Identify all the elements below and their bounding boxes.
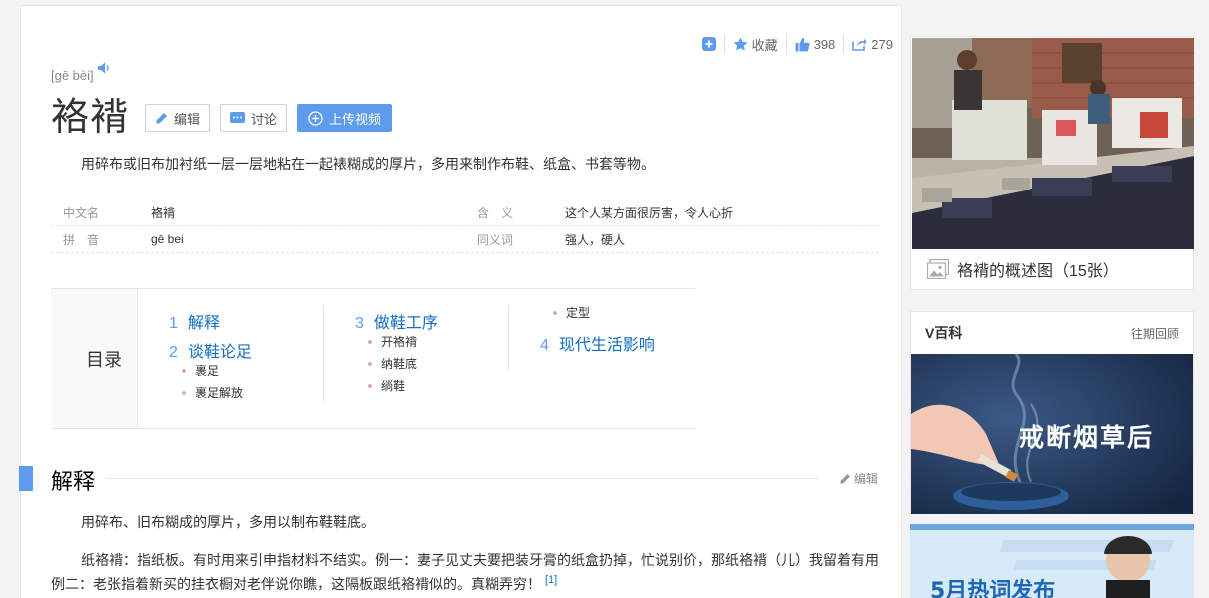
catalog-item[interactable]: 3 做鞋工序 (355, 309, 438, 333)
page-title: 袼褙 (51, 97, 130, 139)
discuss-label: 讨论 (251, 111, 278, 127)
info-row: 中文名 袼褙 含 义 这个人某方面很厉害，令人心折 (51, 199, 879, 226)
catalog-item[interactable]: 4 现代生活影响 (540, 331, 655, 355)
title-row: 袼褙 编辑 讨论 上传视频 (51, 94, 402, 142)
catalog-sub-item[interactable]: 绱鞋 (367, 377, 405, 394)
vbaike-more-link[interactable]: 往期回顾 (1131, 325, 1179, 342)
basic-info-table: 中文名 袼褙 含 义 这个人某方面很厉害，令人心折 拼 音 gē bei 同义词… (51, 199, 879, 253)
summary-photo[interactable] (912, 38, 1194, 249)
info-row: 拼 音 gē bei 同义词 强人，硬人 (51, 226, 879, 253)
summary: 用碎布或旧布加衬纸一层一层地粘在一起裱糊成的厚片，多用来制作布鞋、纸盒、书套等物… (81, 156, 655, 172)
vbaike-header: V百科 往期回顾 (911, 312, 1193, 354)
catalog-sub-item[interactable]: 裹足解放 (181, 384, 243, 401)
star-icon (733, 37, 747, 51)
section-edit-button[interactable]: 编辑 (839, 470, 878, 487)
info-name: 中文名 (63, 205, 100, 220)
info-name: 拼 音 (63, 232, 100, 247)
collect-label: 收藏 (751, 37, 778, 53)
upload-video-button[interactable]: 上传视频 (297, 104, 393, 132)
banner-text: 戒断烟草后 (1019, 423, 1154, 452)
plus-square-icon (701, 37, 716, 51)
pencil-icon (840, 473, 850, 483)
pinyin: [gē bèi] (51, 62, 112, 83)
catalog-divider (323, 305, 324, 401)
info-value: gē bei (151, 232, 184, 246)
pinyin-text: [gē bèi] (51, 68, 94, 83)
like-count: 398 (813, 36, 836, 52)
paragraph-text: 纸袼褙：指纸板。有时用来引申指材料不结实。例一：妻子见丈夫要把装牙膏的纸盒扔掉，… (51, 552, 879, 592)
catalog-num: 1 (169, 315, 178, 332)
catalog-label: 目录 (51, 289, 138, 428)
catalog-item[interactable]: 2 谈鞋论足 (169, 338, 252, 362)
share-icon (852, 38, 867, 51)
upload-video-label: 上传视频 (329, 111, 382, 127)
info-value: 袼褙 (151, 205, 176, 220)
gallery-icon (927, 259, 949, 279)
plus-circle-icon (308, 110, 323, 126)
thumbs-up-icon (795, 37, 810, 51)
paragraph: 用碎布、旧布糊成的厚片，多用以制布鞋鞋底。 (81, 514, 375, 530)
image-caption-text: 袼褙的概述图（15张） (957, 263, 1119, 280)
discuss-button[interactable]: 讨论 (220, 104, 288, 132)
section-edit-label: 编辑 (854, 472, 879, 486)
section-marker (19, 466, 33, 491)
like-button[interactable]: 398 (785, 34, 844, 54)
catalog-text: 解释 (187, 315, 220, 332)
catalog-text: 做鞋工序 (373, 315, 438, 332)
catalog-divider (508, 305, 509, 371)
vbaike-title: V百科 (925, 325, 963, 341)
speaker-icon[interactable] (97, 62, 112, 74)
catalog-sub-item[interactable]: 定型 (552, 304, 590, 321)
info-name: 含 义 (477, 205, 514, 220)
info-name: 同义词 (477, 232, 514, 247)
chat-bubble-icon (230, 111, 246, 123)
catalog-text: 谈鞋论足 (187, 344, 252, 361)
main-content: 收藏 398 279 [gē bèi] 袼褙 编辑 讨论 上传视频 用碎布或旧布… (19, 5, 902, 598)
collect-button[interactable]: 收藏 (723, 34, 786, 54)
section-divider (106, 478, 818, 479)
catalog-sub-item[interactable]: 纳鞋底 (367, 355, 417, 372)
share-button[interactable]: 279 (843, 34, 901, 54)
info-value: 这个人某方面很厉害，令人心折 (565, 205, 734, 220)
summary-image-card[interactable]: 袼褙的概述图（15张） (910, 36, 1194, 290)
vbaike-card: V百科 往期回顾 戒断烟草后 (910, 311, 1194, 514)
add-button[interactable] (694, 34, 724, 54)
edit-button[interactable]: 编辑 (145, 104, 211, 132)
paragraph: 纸袼褙：指纸板。有时用来引申指材料不结实。例一：妻子见丈夫要把装牙膏的纸盒扔掉，… (51, 548, 879, 596)
catalog-num: 3 (355, 315, 364, 332)
reference-link[interactable]: [1] (545, 574, 557, 586)
vbaike-banner[interactable]: 戒断烟草后 (911, 354, 1193, 514)
hot-words-banner[interactable]: 5月热词发布 (910, 524, 1194, 598)
edit-label: 编辑 (174, 111, 201, 127)
catalog-num: 2 (169, 344, 178, 361)
catalog-item[interactable]: 1 解释 (169, 309, 220, 333)
catalog-text: 现代生活影响 (558, 337, 655, 354)
section-title: 解释 (51, 469, 96, 494)
catalog-sub-item[interactable]: 裹足 (181, 362, 219, 379)
catalog-num: 4 (540, 337, 549, 354)
catalog: 目录 1 解释 2 谈鞋论足 裹足 裹足解放 3 做鞋工序 开袼褙 纳鞋底 绱鞋 定型… (51, 288, 695, 429)
image-caption[interactable]: 袼褙的概述图（15张） (927, 257, 1119, 281)
info-value: 强人，硬人 (565, 232, 626, 247)
hot-words-text: 5月热词发布 (930, 578, 1055, 598)
share-count: 279 (871, 36, 893, 52)
pencil-icon (156, 112, 168, 123)
catalog-sub-item[interactable]: 开袼褙 (367, 333, 417, 350)
top-toolbar: 收藏 398 279 (694, 34, 901, 54)
